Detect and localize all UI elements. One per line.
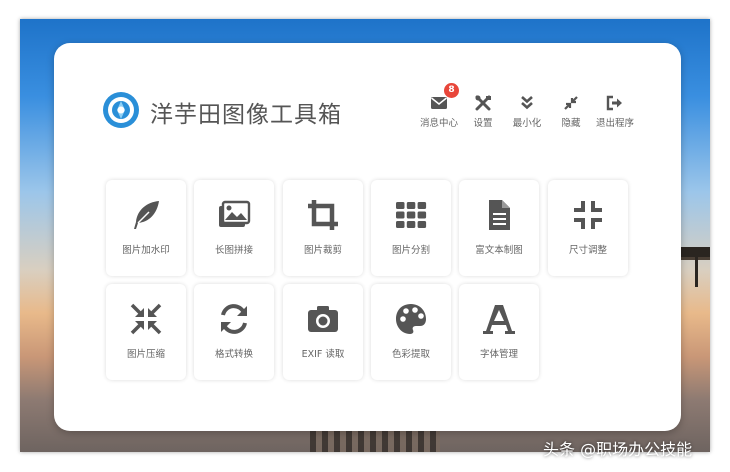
app-logo-icon [103,92,139,128]
watermark-text: 头条 @职场办公技能 [543,440,693,459]
envelope-icon [431,97,447,109]
exit-label: 退出程序 [595,118,634,129]
tool-label: 富文本制图 [475,245,523,256]
minimize-label: 最小化 [512,118,542,129]
tool-label: 尺寸调整 [568,245,607,256]
app-title: 洋芋田图像工具箱 [150,102,342,128]
crop-icon [308,200,338,230]
font-icon [483,305,515,334]
tool-long-image-stitch[interactable]: 长图拼接 [194,180,274,276]
tool-rich-text[interactable]: 富文本制图 [459,180,539,276]
exit-button[interactable]: 退出程序 [592,95,638,129]
camera-icon [308,306,338,332]
hide-label: 隐藏 [561,118,581,129]
images-icon [219,200,251,227]
sign-out-icon [606,95,622,111]
message-center-label: 消息中心 [419,118,458,129]
settings-button[interactable]: 设置 [460,95,506,129]
tool-watermark[interactable]: 图片加水印 [106,180,186,276]
tool-color-extract[interactable]: 色彩提取 [371,284,451,380]
tool-label: 图片加水印 [122,245,170,256]
tool-label: 长图拼接 [214,245,253,256]
pier-silhouette-post [695,247,698,287]
tool-label: 图片压缩 [126,349,165,360]
message-center-button[interactable]: 8 消息中心 [416,83,462,129]
tool-split[interactable]: 图片分割 [371,180,451,276]
hide-button[interactable]: 隐藏 [548,95,594,129]
tool-label: EXIF 读取 [301,349,345,360]
tool-compress[interactable]: 图片压缩 [106,284,186,380]
tools-icon [475,95,491,111]
minimize-button[interactable]: 最小化 [504,95,550,129]
double-chevron-down-icon [521,96,533,110]
tool-format-convert[interactable]: 格式转换 [194,284,274,380]
water-reflection [310,429,440,452]
tool-crop[interactable]: 图片裁剪 [283,180,363,276]
document-icon [489,200,510,230]
tool-label: 格式转换 [214,349,253,360]
tool-label: 图片分割 [391,245,430,256]
compress-icon [574,201,602,229]
notification-badge: 8 [444,83,459,98]
compress-arrows-icon [564,96,578,110]
sync-icon [221,304,247,334]
tool-resize[interactable]: 尺寸调整 [548,180,628,276]
tool-label: 字体管理 [479,349,518,360]
tool-exif-read[interactable]: EXIF 读取 [283,284,363,380]
feather-icon [134,201,159,229]
tool-font-manage[interactable]: 字体管理 [459,284,539,380]
palette-icon [396,304,426,334]
tool-label: 色彩提取 [391,349,430,360]
main-window: 洋芋田图像工具箱 8 消息中心 设置 最小化 隐藏 退出程序 图片加水印 长图拼… [54,43,681,431]
settings-label: 设置 [473,118,493,129]
grid-icon [396,202,427,228]
tool-label: 图片裁剪 [303,245,342,256]
compress-arrows-icon [130,303,162,335]
